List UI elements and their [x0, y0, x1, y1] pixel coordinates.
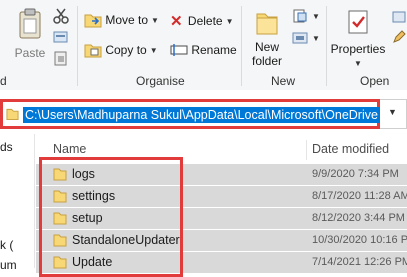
- chevron-down-icon: ▼: [354, 59, 362, 68]
- move-to-icon: [84, 14, 102, 28]
- column-date-modified[interactable]: Date modified: [312, 142, 389, 156]
- copy-to-icon: [84, 44, 102, 58]
- properties-icon: [348, 10, 368, 34]
- chevron-down-icon: ▼: [388, 107, 397, 117]
- file-date: 7/14/2021 12:26 PM: [312, 256, 407, 268]
- delete-button[interactable]: ✕ Delete ▼: [170, 12, 234, 30]
- nav-item[interactable]: k (: [0, 238, 13, 252]
- organise-group-label: Organise: [136, 74, 185, 88]
- move-to-button[interactable]: Move to ▼: [84, 12, 159, 28]
- edit-icon[interactable]: [392, 30, 406, 44]
- easy-access-icon[interactable]: [292, 30, 308, 46]
- delete-label: Delete: [187, 14, 223, 28]
- address-path[interactable]: C:\Users\Madhuparna Sukul\AppData\Local\…: [23, 107, 380, 123]
- chevron-down-icon: ▼: [151, 15, 159, 25]
- move-to-label: Move to: [105, 13, 149, 27]
- nav-item[interactable]: um: [0, 258, 17, 272]
- paste-button[interactable]: Paste: [10, 6, 50, 66]
- properties-button[interactable]: Properties ▼: [330, 6, 386, 68]
- separator: [77, 6, 78, 86]
- chevron-down-icon: ▼: [225, 16, 234, 26]
- copy-to-button[interactable]: Copy to ▼: [84, 42, 158, 58]
- paste-shortcut-icon[interactable]: [53, 50, 69, 66]
- highlight-box: [39, 157, 183, 277]
- delete-x-icon: ✕: [170, 13, 183, 30]
- clipboard-icon: [19, 8, 41, 39]
- open-group-label: Open: [360, 74, 390, 88]
- navigation-pane: ds k ( um: [0, 134, 35, 272]
- rename-icon: [170, 43, 188, 56]
- open-icon[interactable]: [392, 10, 406, 24]
- new-folder-icon: [256, 13, 278, 35]
- cut-icon[interactable]: [53, 8, 69, 24]
- address-bar[interactable]: C:\Users\Madhuparna Sukul\AppData\Local\…: [0, 99, 380, 129]
- new-folder-button[interactable]: New folder: [250, 6, 284, 68]
- clipboard-group-label: rd: [0, 74, 7, 88]
- file-date: 10/30/2020 10:16 PM: [312, 234, 407, 246]
- properties-label: Properties: [330, 42, 386, 56]
- rename-label: Rename: [191, 42, 237, 57]
- separator: [326, 6, 327, 86]
- nav-item[interactable]: ds: [0, 140, 13, 154]
- file-date: 9/9/2020 7:34 PM: [312, 168, 399, 180]
- column-divider[interactable]: [306, 140, 307, 160]
- folder-icon: [6, 108, 19, 121]
- new-group-label: New: [271, 74, 296, 88]
- file-date: 8/12/2020 3:44 PM: [312, 212, 405, 224]
- copy-path-icon[interactable]: [53, 30, 69, 44]
- paste-label: Paste: [14, 46, 46, 60]
- chevron-down-icon: ▼: [312, 34, 320, 43]
- new-item-icon[interactable]: [292, 8, 308, 24]
- file-date: 8/17/2020 11:28 AM: [312, 190, 407, 202]
- address-dropdown-button[interactable]: ▼: [380, 99, 407, 129]
- ribbon: Paste rd Move to▼ Copy to▼ ✕ Delete▼ Ren…: [0, 0, 407, 91]
- chevron-down-icon: ▼: [312, 12, 320, 21]
- column-name[interactable]: Name: [53, 142, 86, 156]
- chevron-down-icon: ▼: [149, 45, 158, 55]
- rename-button[interactable]: Rename: [170, 42, 237, 57]
- separator: [241, 6, 242, 86]
- new-folder-label: New folder: [251, 40, 283, 68]
- copy-to-label: Copy to: [105, 43, 147, 57]
